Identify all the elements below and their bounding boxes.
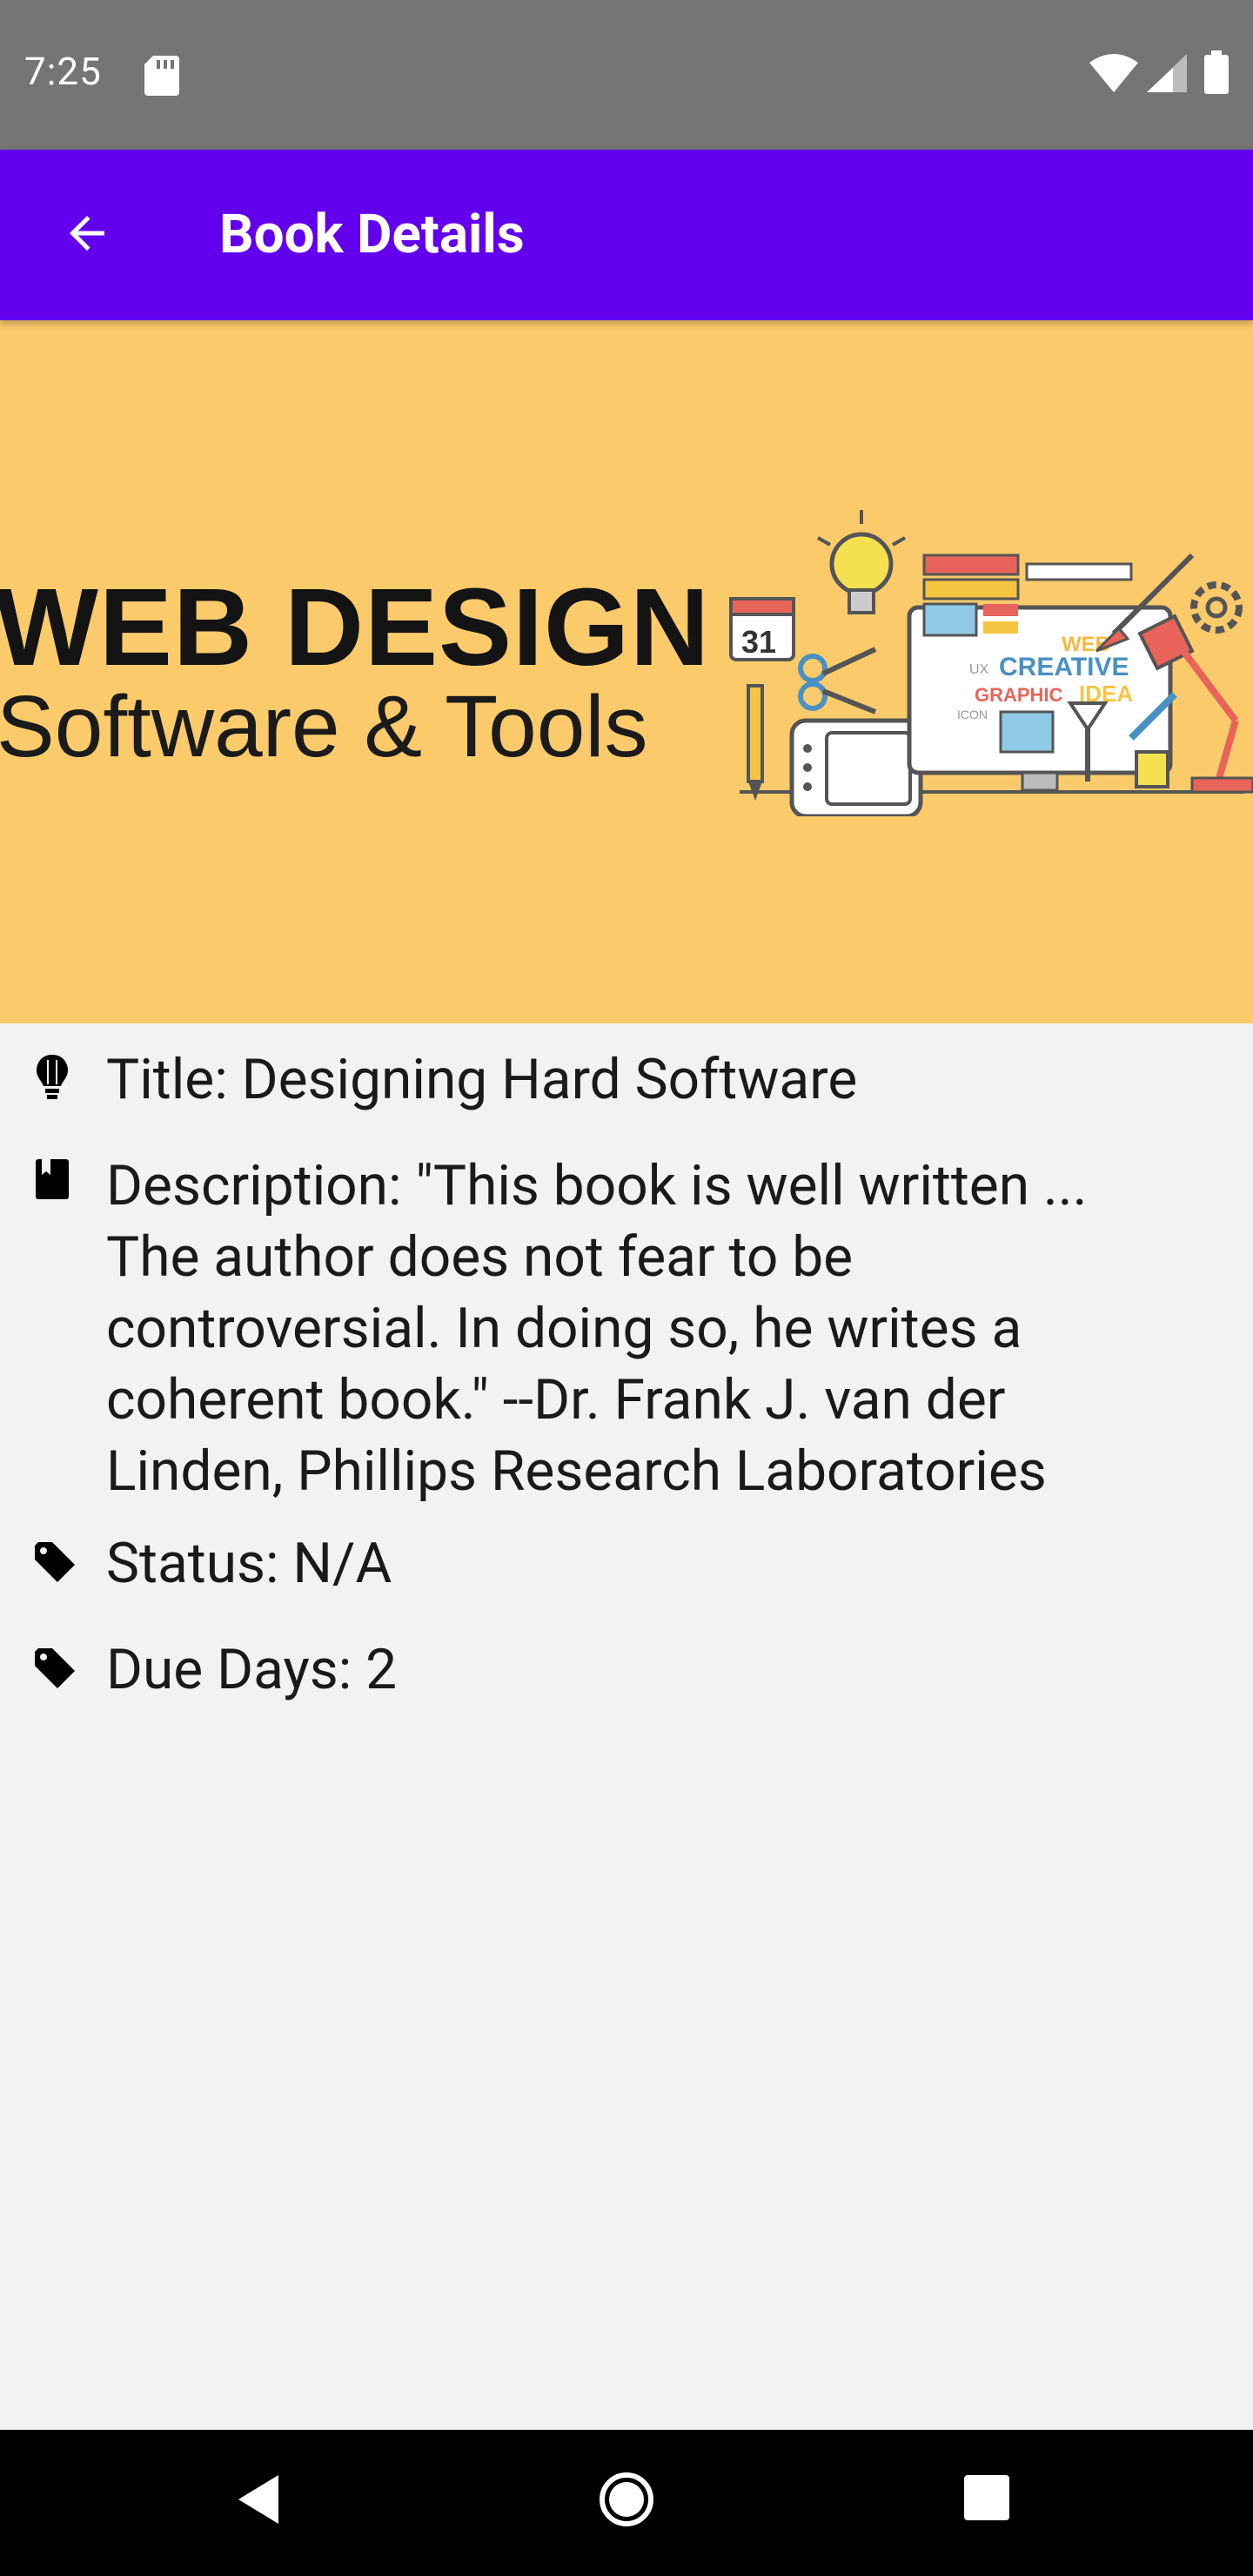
due-days-text: Due Days: 2 bbox=[106, 1637, 398, 1702]
tag-icon bbox=[35, 1648, 75, 1692]
web-design-illustration: 31 WEB CREATIVE GRAPHIC IDEA UX ICON bbox=[729, 510, 1253, 816]
lightbulb-icon bbox=[35, 1055, 70, 1104]
arrow-back-icon bbox=[61, 207, 113, 263]
signal-icon bbox=[1147, 54, 1187, 96]
book-icon bbox=[35, 1159, 70, 1203]
battery-icon bbox=[1204, 50, 1229, 97]
lightbulb-illustration bbox=[817, 510, 906, 614]
banner-subheading: Software & Tools bbox=[0, 678, 648, 775]
calendar-icon: 31 bbox=[729, 597, 795, 661]
triangle-back-icon bbox=[238, 2475, 278, 2524]
svg-text:ICON: ICON bbox=[957, 708, 988, 721]
square-recents-icon bbox=[964, 2475, 1009, 2520]
nav-back-button[interactable] bbox=[233, 2472, 285, 2531]
svg-text:GRAPHIC: GRAPHIC bbox=[975, 684, 1063, 706]
navigation-bar bbox=[0, 2430, 1253, 2576]
nav-home-button[interactable] bbox=[599, 2472, 654, 2531]
status-time: 7:25 bbox=[24, 49, 102, 94]
tag-icon bbox=[35, 1542, 75, 1586]
description-text: Description: "This book is well written … bbox=[106, 1153, 1088, 1504]
svg-text:31: 31 bbox=[741, 624, 776, 660]
sd-card-icon bbox=[144, 56, 179, 99]
book-cover-image: WEB DESIGN Software & Tools 31 WEB CREAT… bbox=[0, 320, 1253, 1023]
back-button[interactable] bbox=[45, 193, 129, 277]
wifi-icon bbox=[1089, 54, 1138, 96]
nav-recents-button[interactable] bbox=[962, 2473, 1011, 2526]
svg-text:UX: UX bbox=[969, 662, 989, 677]
app-bar: Book Details bbox=[0, 150, 1253, 320]
banner-heading: WEB DESIGN bbox=[0, 566, 711, 688]
status-bar: 7:25 bbox=[0, 0, 1253, 150]
page-title: Book Details bbox=[219, 203, 525, 266]
title-text: Title: Designing Hard Software bbox=[106, 1047, 858, 1112]
svg-text:CREATIVE: CREATIVE bbox=[999, 653, 1129, 681]
status-text: Status: N/A bbox=[106, 1531, 392, 1596]
